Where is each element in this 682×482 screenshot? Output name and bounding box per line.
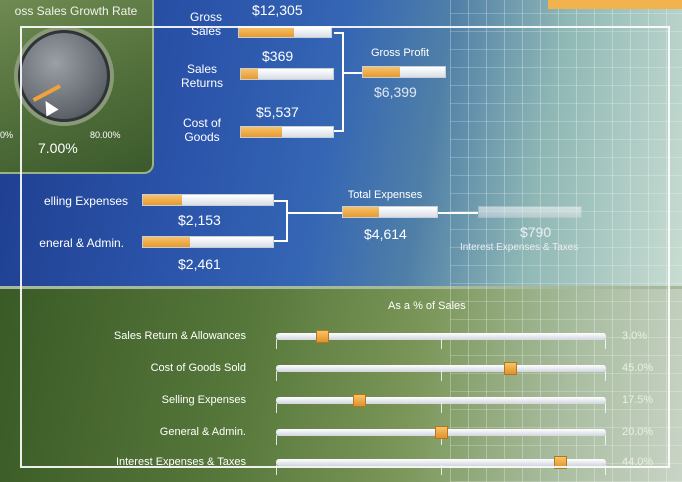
gross-sales-value: $12,305 — [252, 2, 303, 18]
gauge-title: oss Sales Growth Rate — [14, 4, 138, 18]
highlight-frame — [20, 26, 670, 468]
gauge-min-label: 0% — [0, 130, 14, 140]
accent-corner — [548, 0, 682, 9]
